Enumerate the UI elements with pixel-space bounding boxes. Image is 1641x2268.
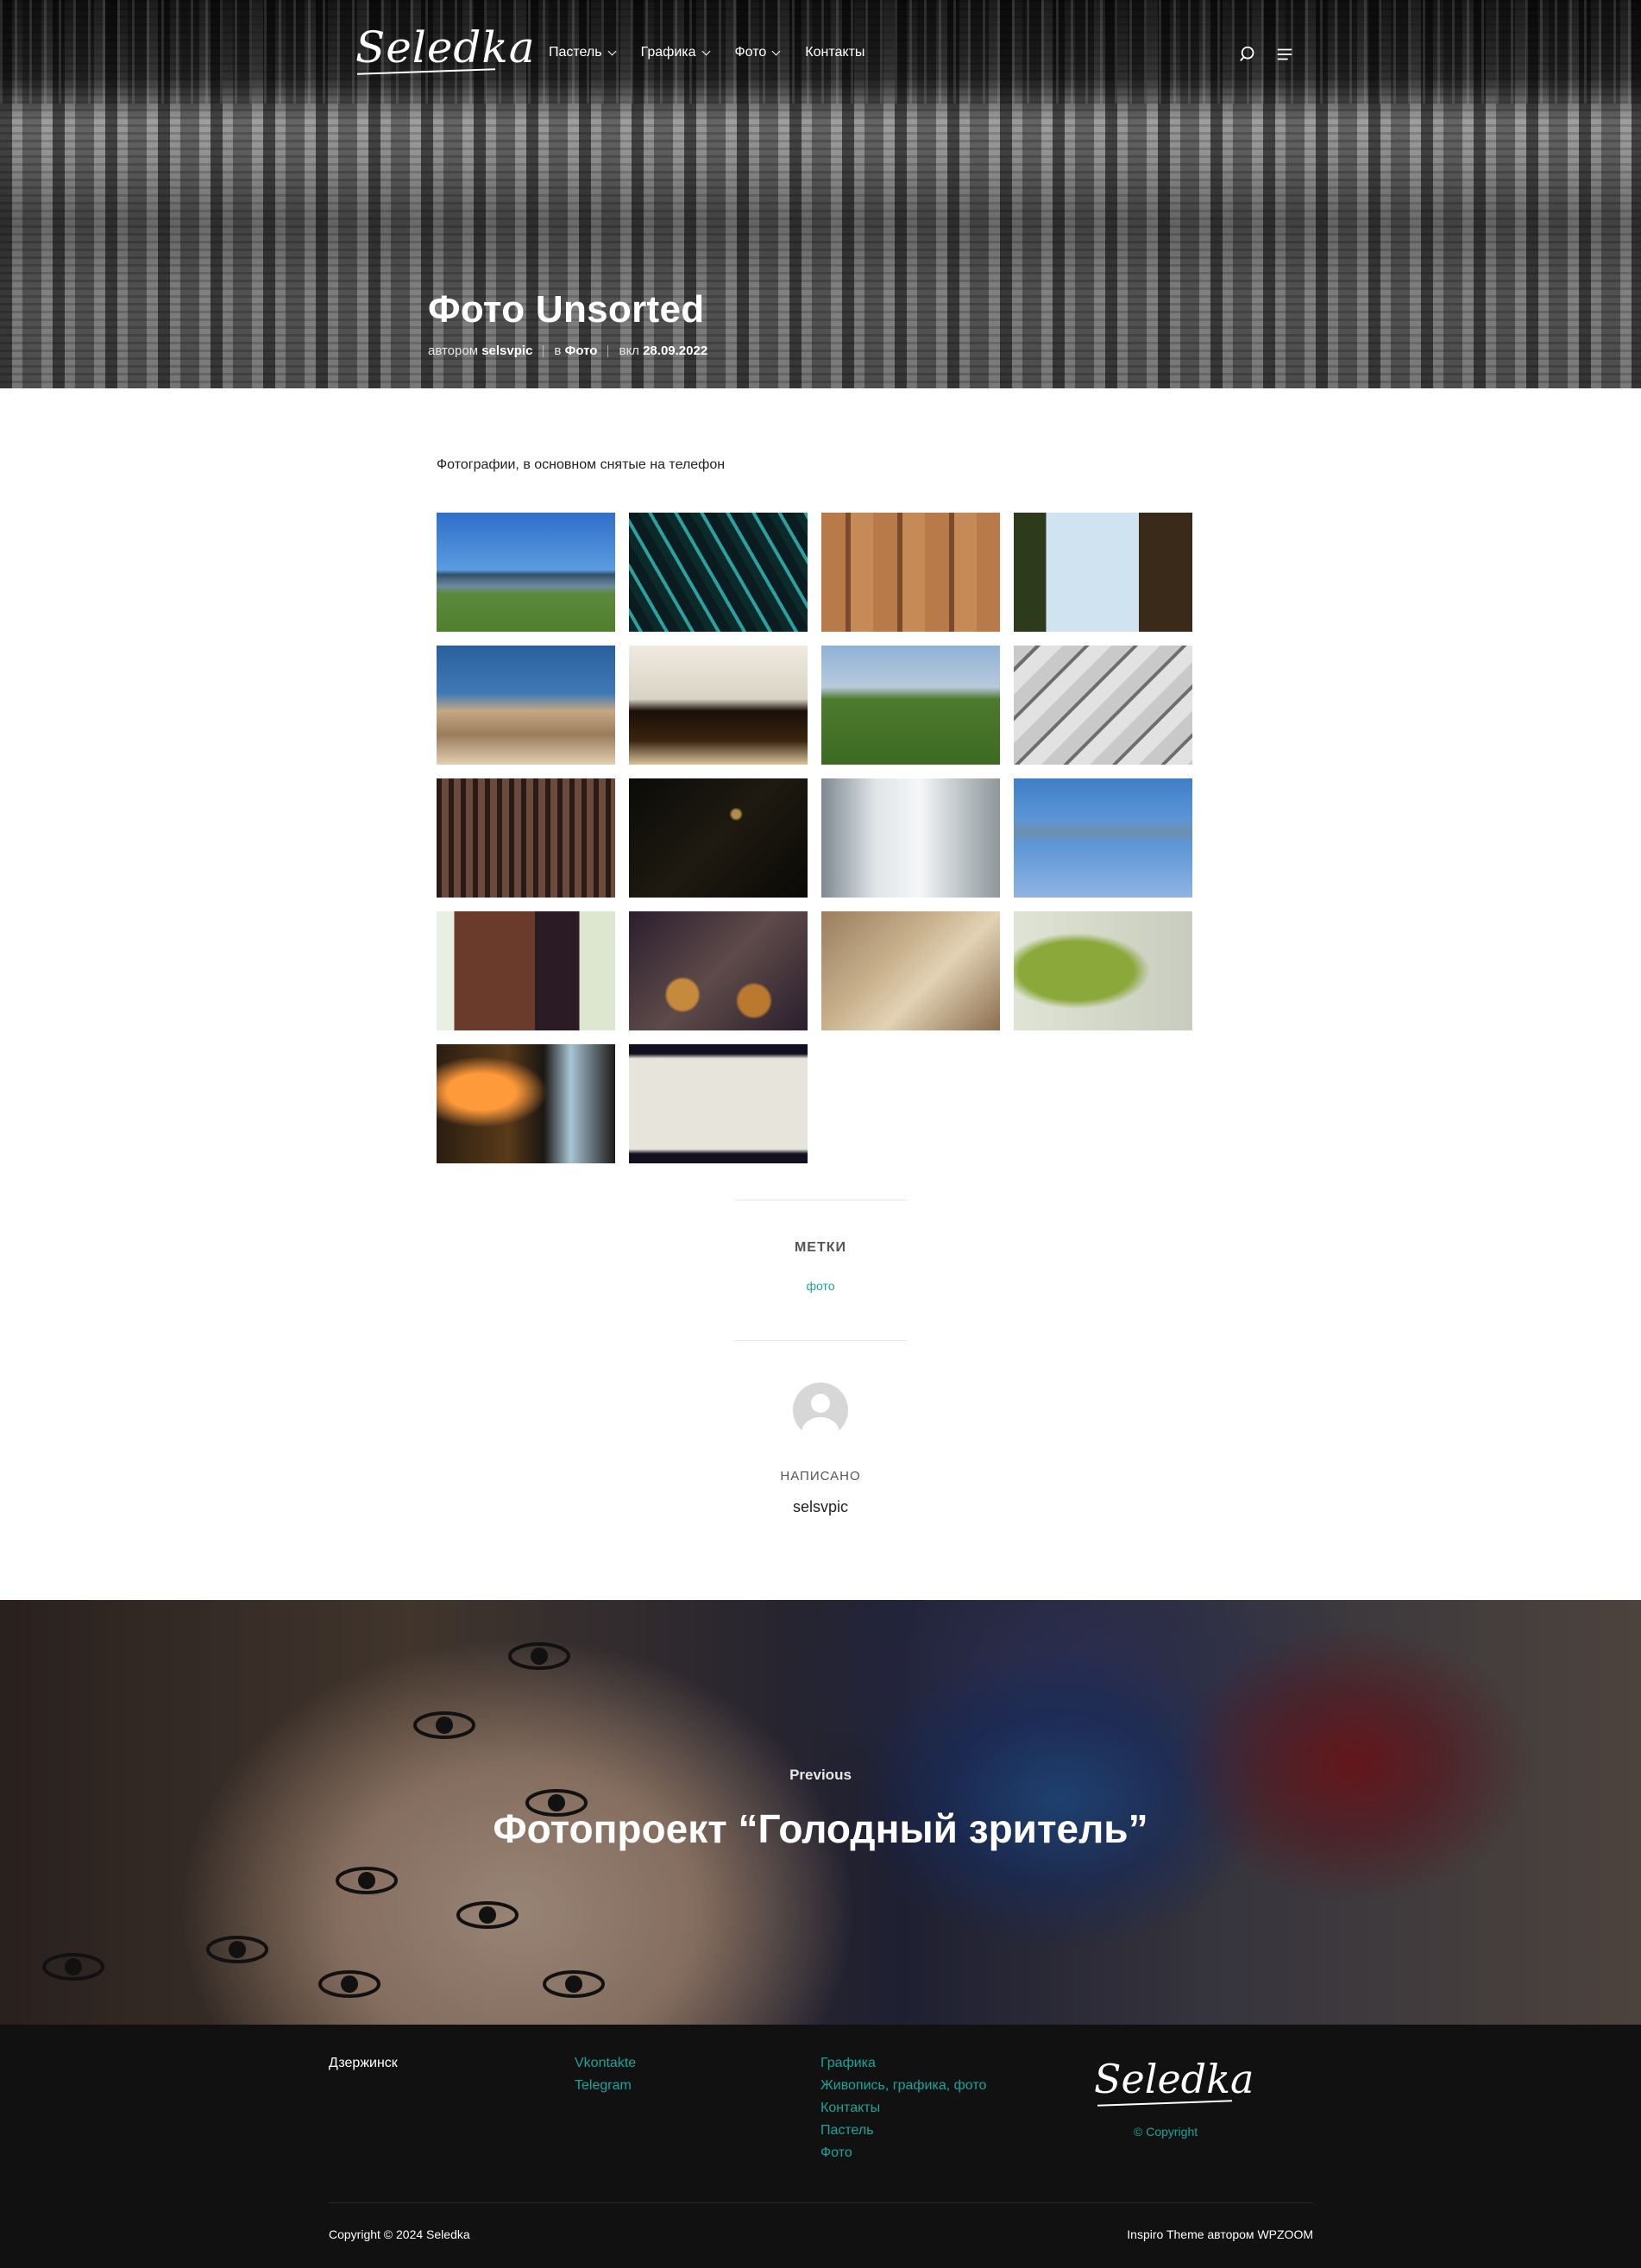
gallery-photo[interactable]: [821, 911, 1000, 1030]
gallery-photo[interactable]: [1014, 646, 1192, 765]
tags-heading: МЕТКИ: [794, 1240, 847, 1255]
post-content: Фотографии, в основном снятые на телефон: [437, 457, 1192, 1163]
section-divider: [734, 1340, 907, 1341]
footer-link-category[interactable]: Графика: [820, 2052, 986, 2075]
footer-copyright: Copyright © 2024 Seledka: [329, 2227, 470, 2241]
gallery-photo[interactable]: [1014, 778, 1192, 898]
menu-item-photo[interactable]: Фото: [734, 45, 781, 60]
main-menu: Пастель Графика Фото Контакты: [549, 45, 890, 60]
eye-drawing: [42, 1953, 104, 1981]
eye-drawing: [206, 1936, 268, 1963]
author-avatar: [793, 1383, 848, 1438]
footer-logo[interactable]: Seledka: [1094, 2056, 1254, 2102]
site-logo[interactable]: Seledka: [355, 22, 536, 72]
footer-col-categories: Графика Живопись, графика, фото Контакты…: [820, 2052, 986, 2164]
gallery-photo[interactable]: [821, 646, 1000, 765]
meta-category-link[interactable]: Фото: [565, 343, 598, 358]
meta-by-prefix: автором: [428, 343, 479, 358]
menu-item-label: Пастель: [549, 45, 602, 60]
menu-item-label: Графика: [640, 45, 696, 60]
eye-drawing: [318, 1970, 380, 1998]
menu-icon[interactable]: [1275, 45, 1294, 64]
gallery-photo[interactable]: [1014, 911, 1192, 1030]
chevron-down-icon: [607, 47, 617, 55]
meta-date: 28.09.2022: [643, 343, 708, 358]
author-name-link[interactable]: selsvpic: [0, 1498, 1641, 1516]
post-header: Фото Unsorted автором selsvpic в Фото вк…: [428, 288, 707, 358]
menu-item-contacts[interactable]: Контакты: [805, 45, 865, 60]
gallery-photo[interactable]: [437, 513, 615, 632]
eye-drawing: [508, 1642, 570, 1670]
gallery-photo[interactable]: [437, 646, 615, 765]
chevron-down-icon: [771, 47, 781, 55]
menu-item-label: Фото: [734, 45, 767, 60]
meta-separator: [607, 344, 609, 357]
footer-logo-caption[interactable]: © Copyright: [1134, 2125, 1198, 2139]
previous-post-title[interactable]: Фотопроект “Голодный зритель”: [0, 1805, 1641, 1852]
site-header: Seledka Пастель Графика Фото Контакты: [0, 0, 1641, 107]
eye-drawing: [543, 1970, 605, 1998]
footer-link-telegram[interactable]: Telegram: [575, 2075, 636, 2097]
gallery-photo[interactable]: [437, 778, 615, 898]
eye-drawing: [456, 1901, 519, 1929]
photo-gallery: [437, 513, 1192, 1163]
footer-city: Дзержинск: [329, 2056, 398, 2070]
user-icon: [802, 1394, 839, 1438]
menu-item-label: Контакты: [805, 45, 865, 60]
previous-label: Previous: [789, 1767, 852, 1783]
gallery-photo[interactable]: [629, 1044, 808, 1163]
gallery-photo[interactable]: [629, 911, 808, 1030]
menu-item-graphics[interactable]: Графика: [640, 45, 710, 60]
meta-on-prefix: вкл: [619, 343, 639, 358]
search-icon[interactable]: [1239, 45, 1258, 64]
footer-theme-credit[interactable]: Inspiro Theme автором WPZOOM: [1127, 2227, 1313, 2241]
post-meta: автором selsvpic в Фото вкл 28.09.2022: [428, 343, 707, 358]
gallery-photo[interactable]: [437, 1044, 615, 1163]
meta-in-prefix: в: [554, 343, 562, 358]
footer-link-vkontakte[interactable]: Vkontakte: [575, 2052, 636, 2075]
footer-divider: [329, 2202, 1313, 2203]
footer-link-category[interactable]: Контакты: [820, 2097, 986, 2120]
meta-separator: [543, 344, 544, 357]
footer-link-category[interactable]: Фото: [820, 2142, 986, 2164]
gallery-photo[interactable]: [437, 911, 615, 1030]
header-actions: [1239, 45, 1294, 64]
post-title: Фото Unsorted: [428, 288, 705, 331]
eye-drawing: [336, 1867, 398, 1894]
footer-col-social: Vkontakte Telegram: [575, 2052, 636, 2097]
gallery-photo[interactable]: [821, 513, 1000, 632]
written-by-label: НАПИСАНО: [780, 1469, 861, 1484]
gallery-photo[interactable]: [629, 778, 808, 898]
chevron-down-icon: [701, 47, 710, 55]
gallery-photo[interactable]: [821, 778, 1000, 898]
meta-author-link[interactable]: selsvpic: [481, 343, 532, 358]
post-intro: Фотографии, в основном снятые на телефон: [437, 457, 726, 472]
tag-link[interactable]: фото: [0, 1279, 1641, 1293]
gallery-photo[interactable]: [629, 513, 808, 632]
footer-link-category[interactable]: Живопись, графика, фото: [820, 2075, 986, 2097]
footer-col-city: Дзержинск: [329, 2052, 398, 2075]
menu-item-pastel[interactable]: Пастель: [549, 45, 617, 60]
gallery-photo[interactable]: [629, 646, 808, 765]
footer-link-category[interactable]: Пастель: [820, 2120, 986, 2142]
eye-drawing: [413, 1711, 475, 1739]
gallery-photo[interactable]: [1014, 513, 1192, 632]
